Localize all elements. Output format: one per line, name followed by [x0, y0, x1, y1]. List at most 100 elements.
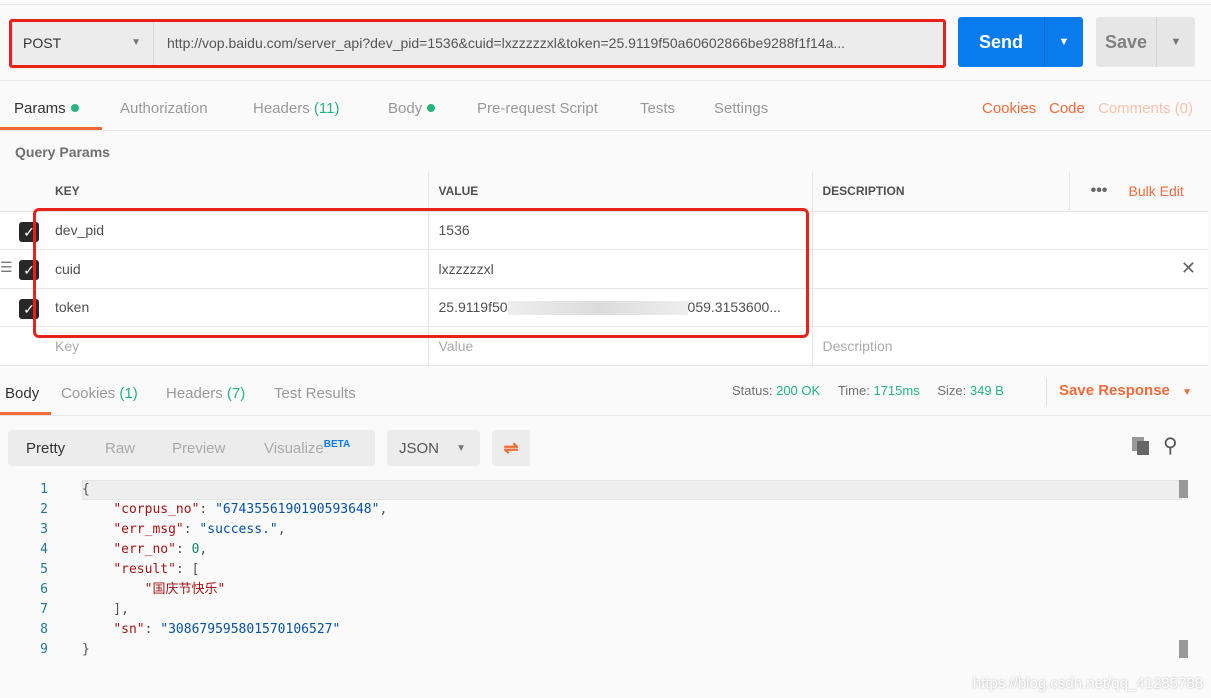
- view-preview[interactable]: Preview: [172, 440, 225, 457]
- code-text: {: [82, 480, 90, 500]
- table-header: KEY VALUE DESCRIPTION ••• Bulk Edit: [0, 172, 1208, 212]
- comments-link[interactable]: Comments (0): [1098, 100, 1193, 117]
- save-response-button[interactable]: Save Response ▼: [1059, 382, 1192, 399]
- wrap-lines-icon[interactable]: ⇌: [492, 430, 530, 466]
- search-icon[interactable]: ⚲: [1163, 433, 1178, 458]
- value-start: 25.9119f50: [438, 299, 508, 316]
- tab-body[interactable]: Body: [5, 385, 39, 402]
- status-value: 200 OK: [776, 383, 821, 398]
- param-key[interactable]: token: [45, 288, 429, 327]
- tab-count: (11): [313, 100, 340, 117]
- tab-label: Params: [14, 100, 66, 117]
- more-icon[interactable]: •••: [1068, 172, 1129, 210]
- tab-test-results[interactable]: Test Results: [274, 385, 356, 402]
- send-button[interactable]: Send ▼: [958, 17, 1083, 67]
- copy-icon[interactable]: [1132, 437, 1150, 455]
- checkbox-checked-icon[interactable]: ✓: [19, 298, 39, 319]
- bulk-edit-link[interactable]: Bulk Edit: [1129, 183, 1184, 199]
- tab-count: (1): [119, 385, 138, 402]
- url-input[interactable]: http://vop.baidu.com/server_api?dev_pid=…: [154, 35, 845, 51]
- column-label: DESCRIPTION: [822, 184, 905, 199]
- redacted-region: [507, 301, 688, 316]
- code-token: :: [144, 622, 161, 637]
- format-select[interactable]: JSON ▼: [387, 430, 480, 466]
- code-line: 2 "corpus_no": "6743556190190593648",: [0, 500, 1190, 520]
- divider: [0, 130, 1211, 131]
- caret-down-icon[interactable]: ▼: [1157, 36, 1195, 48]
- param-key[interactable]: cuid: [45, 249, 429, 289]
- line-number: 6: [40, 582, 48, 597]
- code-token: ],: [82, 602, 129, 617]
- code-token: ,: [379, 502, 388, 517]
- checkbox-checked-icon[interactable]: ✓: [19, 221, 39, 242]
- line-number: 2: [40, 502, 48, 517]
- caret-down-icon: ▼: [131, 37, 141, 48]
- caret-down-icon: ▼: [1182, 387, 1192, 398]
- tab-settings[interactable]: Settings: [714, 100, 768, 117]
- tab-cookies[interactable]: Cookies (1): [61, 385, 138, 402]
- tab-body[interactable]: Body: [388, 100, 436, 117]
- code-token: "国庆节快乐": [144, 582, 226, 597]
- param-value[interactable]: 25.9119f50 059.3153600...: [428, 288, 813, 327]
- save-button[interactable]: Save ▼: [1096, 17, 1195, 67]
- param-key[interactable]: dev_pid: [45, 211, 429, 250]
- param-value[interactable]: 1536: [428, 211, 813, 250]
- response-body[interactable]: 1{2 "corpus_no": "6743556190190593648", 3…: [0, 480, 1190, 660]
- tab-authorization[interactable]: Authorization: [120, 100, 208, 117]
- description-placeholder[interactable]: Description: [812, 326, 1208, 366]
- key-placeholder[interactable]: Key: [45, 326, 429, 366]
- code-text: "sn": "308679595801570106527": [82, 620, 340, 640]
- size-value: 349 B: [969, 383, 1004, 398]
- view-pretty[interactable]: Pretty: [26, 440, 65, 457]
- caret-down-icon[interactable]: ▼: [1045, 36, 1083, 48]
- code-token: "corpus_no": [113, 502, 200, 517]
- tab-headers[interactable]: Headers (7): [166, 385, 245, 402]
- tab-headers[interactable]: Headers (11): [253, 100, 339, 117]
- line-number: 5: [40, 562, 48, 577]
- cookies-link[interactable]: Cookies: [982, 100, 1036, 117]
- tab-label: Cookies: [61, 385, 116, 402]
- column-value: VALUE: [428, 172, 813, 212]
- param-value[interactable]: lxzzzzzxl: [428, 249, 813, 289]
- code-token: "err_msg": [113, 522, 184, 537]
- close-icon[interactable]: ✕: [1181, 258, 1196, 279]
- table-row: ✓ token 25.9119f50 059.3153600...: [0, 288, 1208, 327]
- send-label: Send: [958, 17, 1045, 67]
- column-key: KEY: [45, 172, 429, 212]
- watermark: https://blog.csdn.net/qq_41285788: [972, 675, 1203, 692]
- code-token: :: [199, 502, 216, 517]
- value-placeholder[interactable]: Value: [428, 326, 813, 366]
- tab-params[interactable]: Params: [14, 100, 79, 117]
- value-end: 059.3153600...: [687, 299, 781, 316]
- code-line: 1{: [0, 480, 1190, 500]
- view-raw[interactable]: Raw: [105, 440, 135, 457]
- method-select[interactable]: POST ▼: [13, 20, 154, 65]
- param-description[interactable]: ✕: [812, 249, 1208, 289]
- tab-pre-request-script[interactable]: Pre-request Script: [477, 100, 598, 117]
- params-table: KEY VALUE DESCRIPTION ••• Bulk Edit ✓ de…: [0, 172, 1208, 366]
- active-dot: [70, 104, 79, 112]
- tab-label: Headers: [253, 100, 310, 117]
- column-description: DESCRIPTION ••• Bulk Edit: [812, 172, 1208, 212]
- line-number: 4: [40, 542, 48, 557]
- view-visualize[interactable]: VisualizeBETA: [264, 439, 350, 457]
- save-label: Save: [1096, 17, 1157, 67]
- tab-label: Headers: [166, 385, 223, 402]
- param-description[interactable]: [812, 288, 1208, 327]
- divider: [0, 415, 1211, 416]
- code-token: {: [82, 482, 90, 497]
- code-token: ,: [199, 542, 208, 557]
- code-link[interactable]: Code: [1049, 100, 1085, 117]
- line-number: 7: [40, 602, 48, 617]
- checkbox-checked-icon[interactable]: ✓: [19, 260, 39, 280]
- tab-tests[interactable]: Tests: [640, 100, 675, 117]
- code-token: :: [175, 542, 192, 557]
- code-text: "国庆节快乐": [82, 580, 226, 600]
- code-text: "corpus_no": "6743556190190593648",: [82, 500, 387, 520]
- view-mode-group: Pretty Raw Preview VisualizeBETA: [8, 430, 375, 466]
- code-text: "result": [: [82, 560, 199, 580]
- drag-handle-icon[interactable]: ☰: [0, 259, 13, 276]
- param-description[interactable]: [812, 211, 1208, 250]
